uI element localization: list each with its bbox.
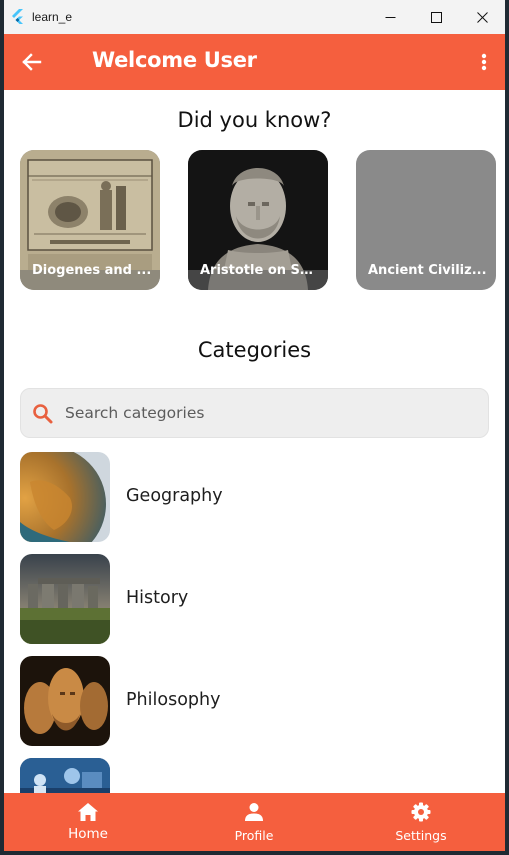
window-title: learn_e xyxy=(32,10,73,24)
fact-card-aristotle[interactable]: Aristotle on Sel... xyxy=(188,150,328,290)
flutter-logo-icon xyxy=(12,9,24,25)
page-title: Welcome User xyxy=(92,48,257,72)
category-label: Philosophy xyxy=(126,690,221,710)
search-input[interactable] xyxy=(65,389,475,437)
philosophy-thumbnail xyxy=(20,656,110,746)
close-button[interactable] xyxy=(459,0,505,34)
nav-item-home[interactable]: Home xyxy=(38,793,138,851)
nav-item-profile[interactable]: Profile xyxy=(204,793,304,851)
main-content: Did you know? Diogenes and ... Aristotle… xyxy=(4,90,505,793)
home-icon xyxy=(76,801,100,823)
nav-label-profile: Profile xyxy=(234,828,274,843)
app-window: learn_e Welcome User Did you know? Dioge… xyxy=(4,0,505,851)
window-controls xyxy=(367,0,505,34)
fact-card-label: Ancient Civiliz... xyxy=(368,263,487,278)
category-item-science[interactable] xyxy=(20,758,489,793)
category-item-geography[interactable]: Geography xyxy=(20,452,489,542)
category-thumbnail xyxy=(20,758,110,793)
bottom-navigation: Home Profile Settings xyxy=(4,793,505,851)
fact-card-label: Diogenes and ... xyxy=(32,263,152,278)
fact-card-ancient-civilizations[interactable]: Ancient Civiliz... xyxy=(356,150,496,290)
more-vertical-icon xyxy=(481,53,487,71)
category-label: History xyxy=(126,588,189,608)
categories-title: Categories xyxy=(197,338,312,362)
search-bar[interactable] xyxy=(20,388,489,438)
category-label: Geography xyxy=(126,486,223,506)
nav-label-home: Home xyxy=(68,826,108,842)
fact-card-label: Aristotle on Sel... xyxy=(200,263,320,278)
history-thumbnail xyxy=(20,554,110,644)
did-you-know-title: Did you know? xyxy=(177,108,332,132)
back-button[interactable] xyxy=(18,48,46,76)
minimize-icon xyxy=(385,16,395,18)
maximize-icon xyxy=(430,11,442,23)
person-icon xyxy=(242,801,266,823)
geography-thumbnail xyxy=(20,452,110,542)
arrow-left-icon xyxy=(22,53,42,71)
maximize-button[interactable] xyxy=(413,0,459,34)
minimize-button[interactable] xyxy=(367,0,413,34)
category-item-philosophy[interactable]: Philosophy xyxy=(20,656,489,746)
nav-label-settings: Settings xyxy=(395,828,447,843)
fact-card-diogenes[interactable]: Diogenes and ... xyxy=(20,150,160,290)
overflow-menu-button[interactable] xyxy=(471,48,497,76)
close-icon xyxy=(476,11,488,23)
app-bar: Welcome User xyxy=(4,34,505,90)
gear-icon xyxy=(409,801,433,823)
window-titlebar: learn_e xyxy=(4,0,505,34)
search-icon xyxy=(31,402,55,426)
category-item-history[interactable]: History xyxy=(20,554,489,644)
nav-item-settings[interactable]: Settings xyxy=(371,793,471,851)
